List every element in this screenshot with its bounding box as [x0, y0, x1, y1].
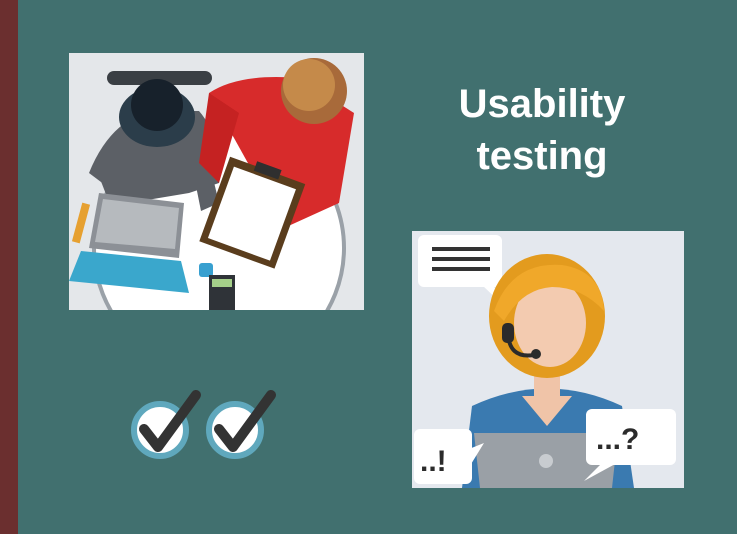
- check-icon: [206, 390, 276, 459]
- check-icon: [131, 390, 201, 459]
- bubble-exclaim-text: ..!: [420, 445, 447, 478]
- slide-title: Usability testing: [426, 78, 658, 182]
- checkmarks-group: [130, 385, 285, 465]
- two-people-at-desk-illustration: [69, 53, 364, 310]
- support-agent-headset-illustration: ..! ...?: [412, 231, 684, 488]
- title-line-2: testing: [476, 134, 608, 178]
- title-line-1: Usability: [458, 82, 626, 126]
- bubble-question-text: ...?: [596, 423, 639, 456]
